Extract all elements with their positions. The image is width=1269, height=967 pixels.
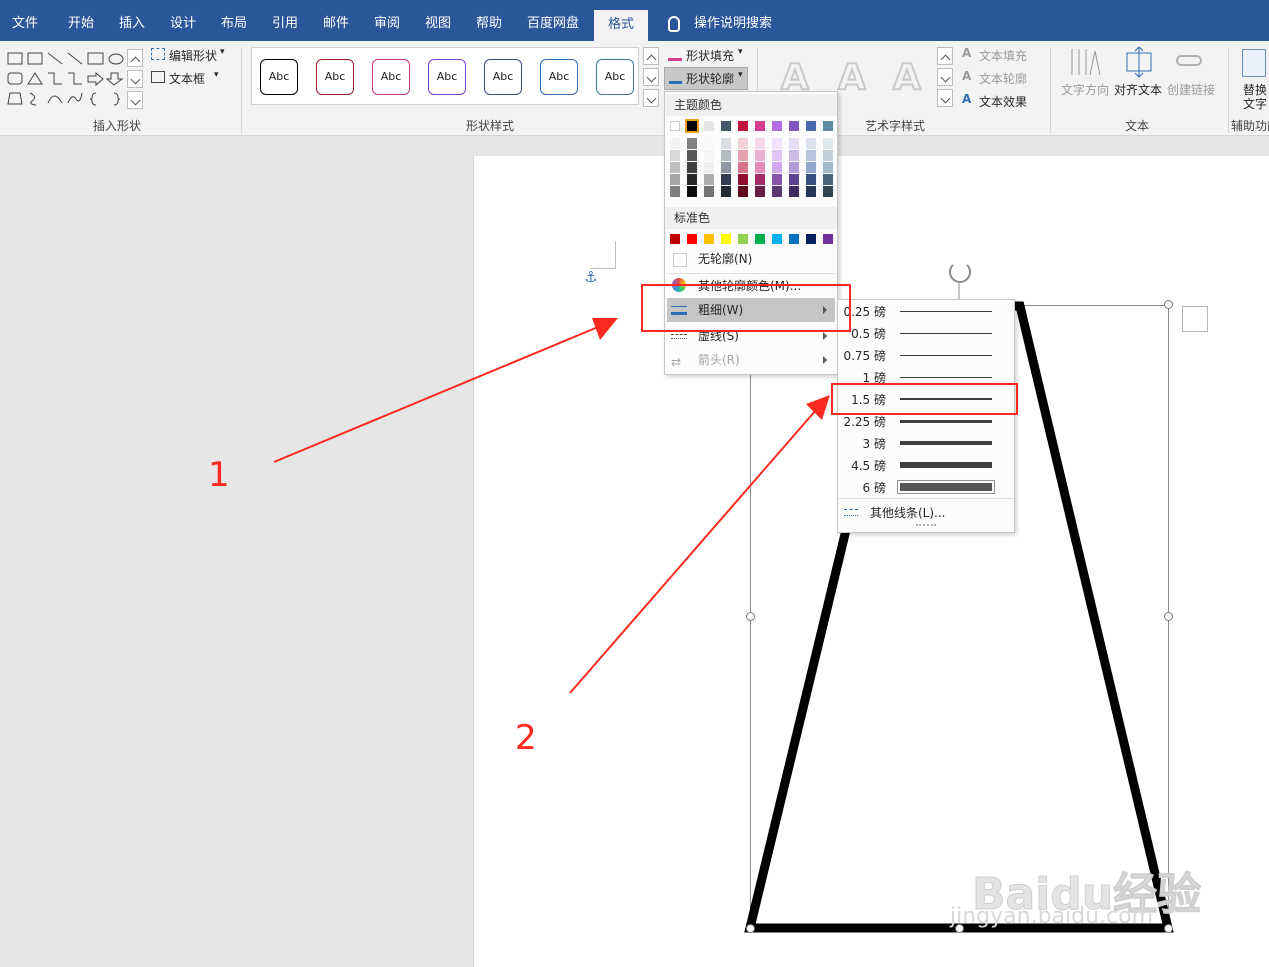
annotation-step-1: 1: [208, 455, 230, 495]
baidu-watermark-url: jingyan.baidu.com: [950, 904, 1154, 929]
annotation-step-2: 2: [515, 718, 537, 758]
annotation-arrows: [273, 318, 830, 694]
